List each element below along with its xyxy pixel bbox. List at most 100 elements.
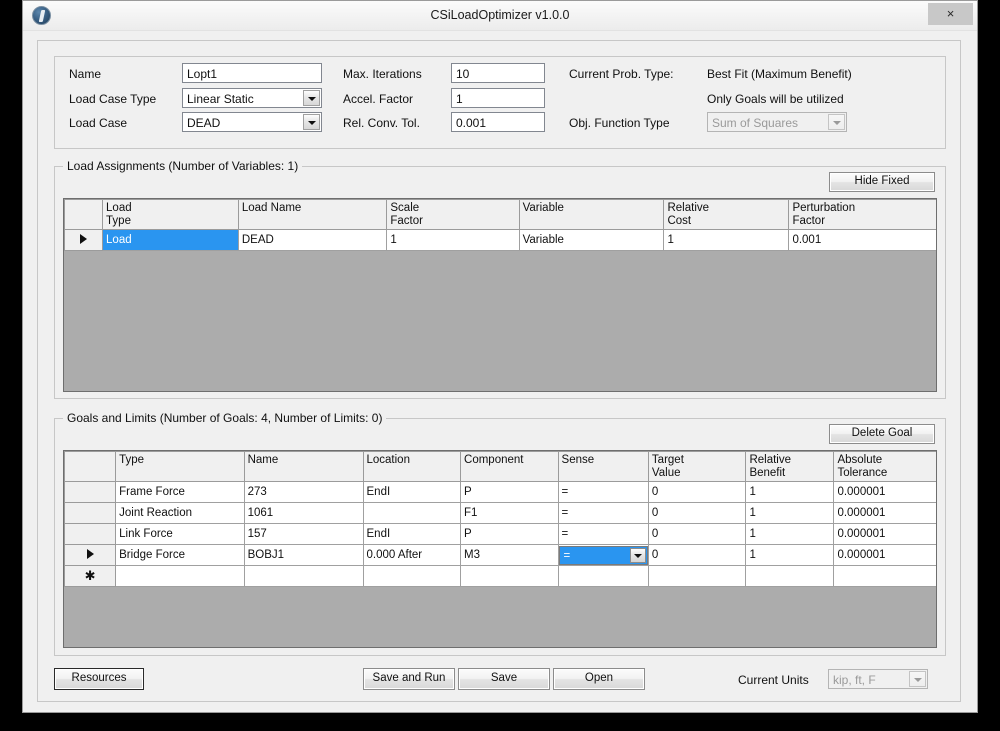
table-row[interactable]: Joint Reaction 1061 F1 = 0 1 0.000001 [64, 502, 936, 524]
cell-target-value[interactable]: 0 [647, 523, 747, 545]
row-selector-header[interactable] [64, 199, 104, 230]
cell-absolute-tolerance[interactable] [833, 565, 936, 587]
row-selector-cell[interactable] [64, 523, 117, 545]
row-selector-cell[interactable] [64, 502, 117, 524]
column-header[interactable]: Relative Cost [663, 199, 790, 230]
cell-component[interactable]: P [460, 481, 559, 503]
cell-relative-cost[interactable]: 1 [663, 229, 790, 251]
column-header[interactable]: Load Type [102, 199, 239, 230]
cell-sense[interactable]: = [557, 481, 649, 503]
table-row[interactable]: Frame Force 273 EndI P = 0 1 0.000001 [64, 481, 936, 503]
cell-absolute-tolerance[interactable]: 0.000001 [833, 523, 936, 545]
goals-limits-grid[interactable]: Type Name Location Component Sense Target Valu… [63, 450, 937, 648]
row-selector-cell[interactable] [64, 544, 117, 566]
hide-fixed-button[interactable]: Hide Fixed [829, 172, 935, 192]
cell-scale-factor[interactable]: 1 [386, 229, 520, 251]
cell-component[interactable]: M3 [460, 544, 559, 566]
chevron-down-icon[interactable] [303, 90, 320, 106]
cell-location[interactable] [362, 565, 462, 587]
cell-component[interactable]: P [460, 523, 559, 545]
cell-relative-benefit[interactable]: 1 [745, 502, 835, 524]
save-button[interactable]: Save [458, 668, 550, 690]
chevron-down-icon[interactable] [303, 114, 320, 130]
cell-load-type[interactable]: Load [102, 229, 239, 251]
cell-relative-benefit[interactable]: 1 [745, 544, 835, 566]
accel-factor-input[interactable]: 1 [451, 88, 545, 108]
open-button[interactable]: Open [553, 668, 645, 690]
table-row[interactable]: ✱ [64, 565, 936, 587]
cell-type[interactable]: Joint Reaction [115, 502, 245, 524]
chevron-down-icon[interactable] [828, 114, 845, 130]
cell-type[interactable]: Frame Force [115, 481, 245, 503]
column-header[interactable]: Sense [557, 451, 649, 482]
row-selector-cell[interactable] [64, 229, 104, 251]
table-row[interactable]: Bridge Force BOBJ1 0.000 After M3 = 0 1 0.00000… [64, 544, 936, 566]
resources-button[interactable]: Resources [54, 668, 144, 690]
column-header-line2: Factor [792, 214, 826, 227]
column-header[interactable]: Absolute Tolerance [833, 451, 936, 482]
cell-variable[interactable]: Variable [518, 229, 665, 251]
column-header[interactable]: Perturbation Factor [788, 199, 936, 230]
cell-absolute-tolerance[interactable]: 0.000001 [833, 481, 936, 503]
name-input[interactable]: Lopt1 [182, 63, 322, 83]
cell-sense[interactable]: = [557, 502, 649, 524]
cell-location[interactable]: 0.000 After [362, 544, 462, 566]
max-iterations-input[interactable]: 10 [451, 63, 545, 83]
cell-perturbation-factor[interactable]: 0.001 [788, 229, 936, 251]
chevron-down-icon[interactable] [909, 671, 926, 687]
column-header[interactable]: Scale Factor [386, 199, 520, 230]
cell-component[interactable] [460, 565, 559, 587]
obj-function-type-select[interactable]: Sum of Squares [707, 112, 847, 132]
sense-select[interactable]: = [559, 545, 648, 565]
load-case-select[interactable]: DEAD [182, 112, 322, 132]
cell-load-name[interactable]: DEAD [237, 229, 388, 251]
cell-type[interactable] [115, 565, 245, 587]
column-header[interactable]: Relative Benefit [745, 451, 835, 482]
column-header[interactable]: Target Value [647, 451, 747, 482]
row-selector-cell[interactable]: ✱ [64, 565, 117, 587]
cell-type[interactable]: Link Force [115, 523, 245, 545]
column-header[interactable]: Type [115, 451, 245, 482]
row-selector-cell[interactable] [64, 481, 117, 503]
cell-target-value[interactable]: 0 [647, 544, 747, 566]
cell-name[interactable]: 1061 [243, 502, 364, 524]
load-case-type-select[interactable]: Linear Static [182, 88, 322, 108]
cell-type[interactable]: Bridge Force [115, 544, 245, 566]
chevron-down-icon[interactable] [629, 547, 646, 563]
current-units-select[interactable]: kip, ft, F [828, 669, 928, 689]
cell-location[interactable]: EndI [362, 481, 462, 503]
column-header-line2: Tolerance [837, 466, 888, 479]
cell-sense[interactable] [557, 565, 649, 587]
current-row-arrow-icon [80, 233, 88, 244]
cell-relative-benefit[interactable]: 1 [745, 523, 835, 545]
cell-component[interactable]: F1 [460, 502, 559, 524]
column-header[interactable]: Name [243, 451, 364, 482]
cell-location[interactable]: EndI [362, 523, 462, 545]
cell-absolute-tolerance[interactable]: 0.000001 [833, 544, 936, 566]
row-selector-header[interactable] [64, 451, 117, 482]
cell-relative-benefit[interactable]: 1 [745, 481, 835, 503]
cell-location[interactable] [362, 502, 462, 524]
cell-name[interactable] [243, 565, 364, 587]
cell-name[interactable]: 157 [243, 523, 364, 545]
column-header[interactable]: Component [460, 451, 559, 482]
table-row[interactable]: Link Force 157 EndI P = 0 1 0.000001 [64, 523, 936, 545]
column-header[interactable]: Load Name [237, 199, 388, 230]
table-row[interactable]: Load DEAD 1 Variable 1 0.001 [64, 229, 936, 251]
delete-goal-button[interactable]: Delete Goal [829, 424, 935, 444]
cell-sense[interactable]: = [557, 523, 649, 545]
cell-relative-benefit[interactable] [745, 565, 835, 587]
cell-name[interactable]: 273 [243, 481, 364, 503]
rel-conv-tol-input[interactable]: 0.001 [451, 112, 545, 132]
cell-target-value[interactable]: 0 [647, 502, 747, 524]
load-assignments-grid[interactable]: Load Type Load Name Scale Factor Variable Rela… [63, 198, 937, 392]
cell-target-value[interactable]: 0 [647, 481, 747, 503]
close-icon[interactable]: × [928, 3, 973, 25]
save-and-run-button[interactable]: Save and Run [363, 668, 455, 690]
cell-target-value[interactable] [647, 565, 747, 587]
column-header[interactable]: Variable [518, 199, 665, 230]
column-header[interactable]: Location [362, 451, 462, 482]
cell-absolute-tolerance[interactable]: 0.000001 [833, 502, 936, 524]
cell-sense[interactable]: = [557, 544, 649, 566]
cell-name[interactable]: BOBJ1 [243, 544, 364, 566]
